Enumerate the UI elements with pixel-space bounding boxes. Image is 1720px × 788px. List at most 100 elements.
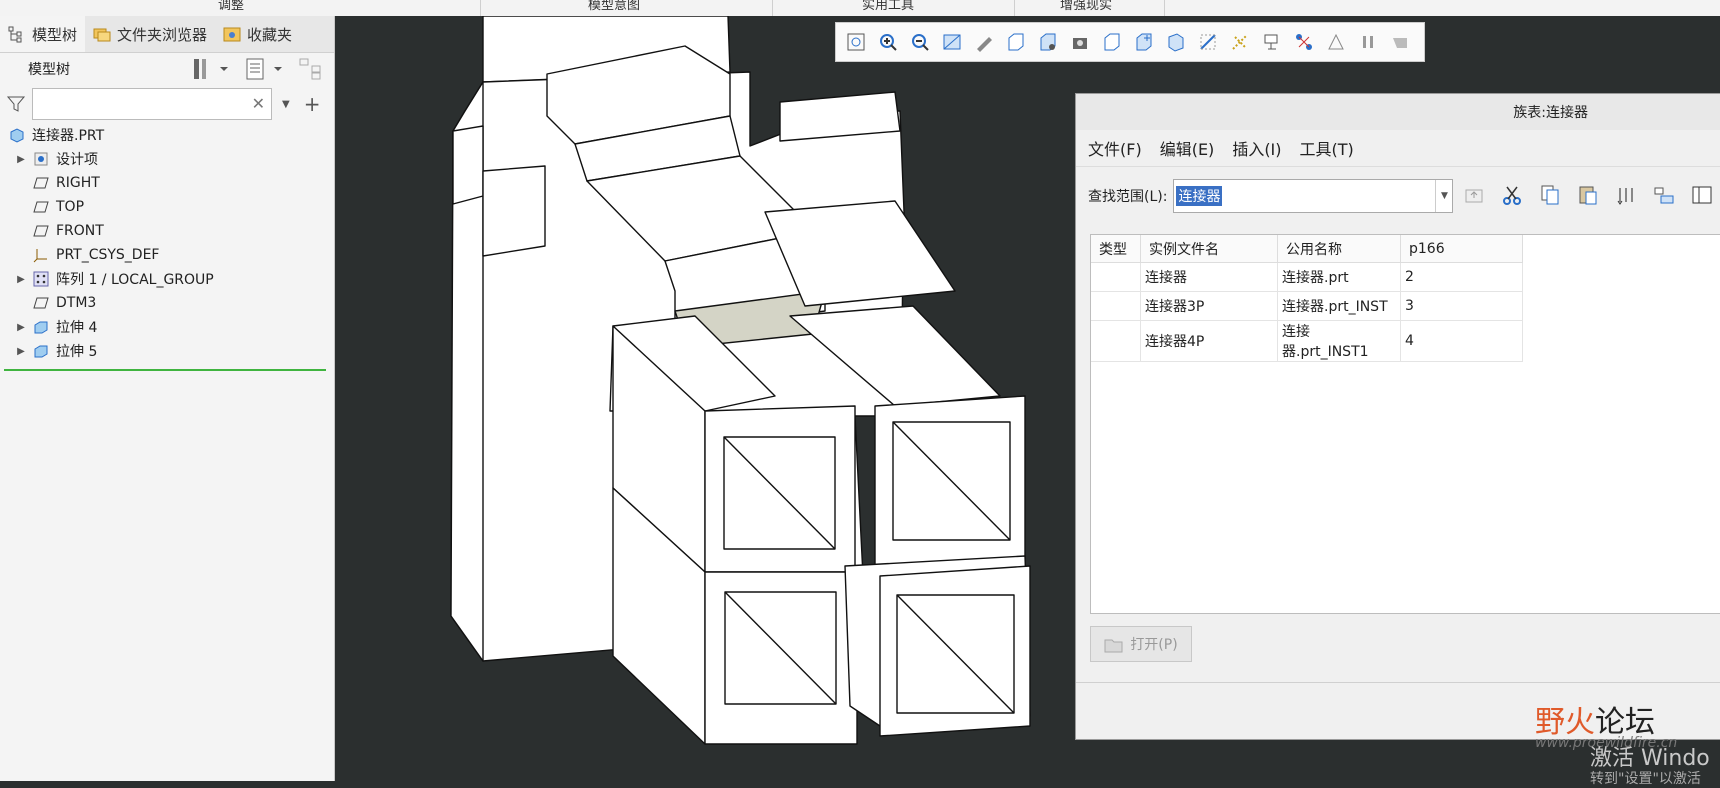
table-cell[interactable]: 连接器.prt_INST1 <box>1277 320 1401 362</box>
tree-filter-settings-icon[interactable] <box>298 57 324 81</box>
perspective-icon[interactable] <box>1068 30 1092 54</box>
copy-icon[interactable] <box>1538 181 1562 209</box>
tab-model-tree[interactable]: 模型树 <box>0 16 86 52</box>
tree-item[interactable]: ▶ 设计项 <box>0 147 334 171</box>
graphics-toolbar <box>835 22 1425 62</box>
tree-item[interactable]: DTM3 <box>0 291 334 315</box>
axis-display-icon[interactable] <box>1324 30 1348 54</box>
spin-center-icon[interactable] <box>1132 30 1156 54</box>
tree-item-label: 拉伸 5 <box>56 344 98 360</box>
tree-item[interactable]: ▶ 拉伸 4 <box>0 315 334 339</box>
datum-display-icon[interactable] <box>1100 30 1124 54</box>
csys-icon <box>32 247 50 263</box>
table-cell[interactable]: 4 <box>1400 320 1523 362</box>
table-cell[interactable] <box>1091 262 1141 292</box>
table-cell[interactable]: 连接器.prt <box>1277 262 1401 292</box>
expand-arrow-icon[interactable]: ▶ <box>14 346 28 357</box>
dialog-titlebar[interactable]: 族表:连接器 <box>1076 94 1720 130</box>
insert-column-icon[interactable] <box>1614 181 1638 209</box>
tree-insert-indicator[interactable] <box>4 369 326 371</box>
expand-arrow-icon[interactable]: ▶ <box>14 274 28 285</box>
dialog-toolbar <box>1462 181 1714 209</box>
add-icon[interactable]: + <box>304 92 321 116</box>
filter-row: ✕ ▼ + <box>0 85 334 123</box>
plane-display-icon[interactable] <box>1196 30 1220 54</box>
ribbon-group-ar[interactable]: 增强现实 <box>1060 0 1112 13</box>
menu-file[interactable]: 文件(F) <box>1088 136 1142 160</box>
filter-dropdown-icon[interactable]: ▼ <box>282 99 290 110</box>
family-table: 类型 实例文件名 公用名称 p166 连接器 连接器.prt 2 连接器3P 连接器.p… <box>1090 234 1720 614</box>
column-header-type[interactable]: 类型 <box>1091 235 1141 263</box>
ribbon-group-adjust[interactable]: 调整 <box>218 0 244 13</box>
show-options-icon[interactable] <box>244 57 284 81</box>
view-manager-icon[interactable] <box>1036 30 1060 54</box>
ribbon-group-utilities[interactable]: 实用工具 <box>862 0 914 13</box>
column-header-p166[interactable]: p166 <box>1400 235 1523 263</box>
saved-views-icon[interactable] <box>1004 30 1028 54</box>
table-body: 连接器 连接器.prt 2 连接器3P 连接器.prt_INST 3 连接器4P 连接器.pr… <box>1091 262 1523 362</box>
settings-tools-icon[interactable] <box>190 57 230 81</box>
menu-insert[interactable]: 插入(I) <box>1232 136 1281 160</box>
hide-icon[interactable] <box>1388 30 1412 54</box>
csys-display-icon[interactable] <box>1260 30 1284 54</box>
repaint-icon[interactable] <box>940 30 964 54</box>
table-row[interactable]: 连接器4P 连接器.prt_INST1 4 <box>1091 320 1523 362</box>
tab-folder-browser[interactable]: 文件夹浏览器 <box>85 16 215 52</box>
column-header-instance-name[interactable]: 实例文件名 <box>1140 235 1278 263</box>
tree-item[interactable]: 连接器.PRT <box>0 123 334 147</box>
favorites-icon <box>223 27 241 42</box>
open-button-label: 打开(P) <box>1130 637 1178 653</box>
ribbon-group-model-intent[interactable]: 模型意图 <box>588 0 640 13</box>
dialog-menubar: 文件(F) 编辑(E) 插入(I) 工具(T) <box>1076 130 1720 167</box>
go-up-icon[interactable] <box>1462 181 1486 209</box>
extrude-icon <box>32 319 50 335</box>
tree-item[interactable]: TOP <box>0 195 334 219</box>
lookup-scope-select[interactable]: 连接器 ▼ <box>1173 179 1454 213</box>
refit-icon[interactable] <box>844 30 868 54</box>
tree-search-input[interactable]: ✕ <box>32 88 272 120</box>
annotation-display-icon[interactable] <box>1292 30 1316 54</box>
expand-arrow-icon[interactable]: ▶ <box>14 322 28 333</box>
table-row[interactable]: 连接器 连接器.prt 2 <box>1091 262 1523 292</box>
table-cell[interactable]: 连接器3P <box>1140 291 1278 321</box>
table-cell[interactable] <box>1091 291 1141 321</box>
table-cell[interactable]: 2 <box>1400 262 1523 292</box>
datum-plane-icon <box>32 199 50 215</box>
tree-title: 模型树 <box>28 62 70 78</box>
table-cell[interactable]: 连接器.prt_INST <box>1277 291 1401 321</box>
menu-tools[interactable]: 工具(T) <box>1300 136 1354 160</box>
tree-item[interactable]: PRT_CSYS_DEF <box>0 243 334 267</box>
point-display-icon[interactable] <box>1228 30 1252 54</box>
paste-icon[interactable] <box>1576 181 1600 209</box>
expand-arrow-icon[interactable]: ▶ <box>14 154 28 165</box>
zoom-out-icon[interactable] <box>908 30 932 54</box>
tree-item[interactable]: FRONT <box>0 219 334 243</box>
tree-item[interactable]: ▶ 拉伸 5 <box>0 339 334 363</box>
insert-row-icon[interactable] <box>1652 181 1676 209</box>
pattern-icon <box>32 271 50 287</box>
tab-favorites[interactable]: 收藏夹 <box>215 16 300 52</box>
table-cell[interactable] <box>1091 320 1141 362</box>
tree-item-label: FRONT <box>56 223 104 239</box>
clear-icon[interactable]: ✕ <box>252 94 265 113</box>
tree-item[interactable]: ▶ 阵列 1 / LOCAL_GROUP <box>0 267 334 291</box>
cut-icon[interactable] <box>1500 181 1524 209</box>
table-cell[interactable]: 连接器4P <box>1140 320 1278 362</box>
column-header-common-name[interactable]: 公用名称 <box>1277 235 1401 263</box>
table-row[interactable]: 连接器3P 连接器.prt_INST 3 <box>1091 291 1523 321</box>
chevron-down-icon[interactable]: ▼ <box>1435 180 1452 212</box>
ribbon-separator <box>1014 0 1015 16</box>
open-button[interactable]: 打开(P) <box>1090 626 1192 662</box>
table-cell[interactable]: 3 <box>1400 291 1523 321</box>
table-view-icon[interactable] <box>1690 181 1714 209</box>
tree-item-label: PRT_CSYS_DEF <box>56 247 160 263</box>
pause-icon[interactable] <box>1356 30 1380 54</box>
display-style-icon[interactable] <box>972 30 996 54</box>
filter-icon[interactable] <box>6 94 26 114</box>
tree-item-label: 阵列 1 / LOCAL_GROUP <box>56 272 214 288</box>
tree-item[interactable]: RIGHT <box>0 171 334 195</box>
zoom-in-icon[interactable] <box>876 30 900 54</box>
menu-edit[interactable]: 编辑(E) <box>1160 136 1215 160</box>
table-cell[interactable]: 连接器 <box>1140 262 1278 292</box>
section-icon[interactable] <box>1164 30 1188 54</box>
